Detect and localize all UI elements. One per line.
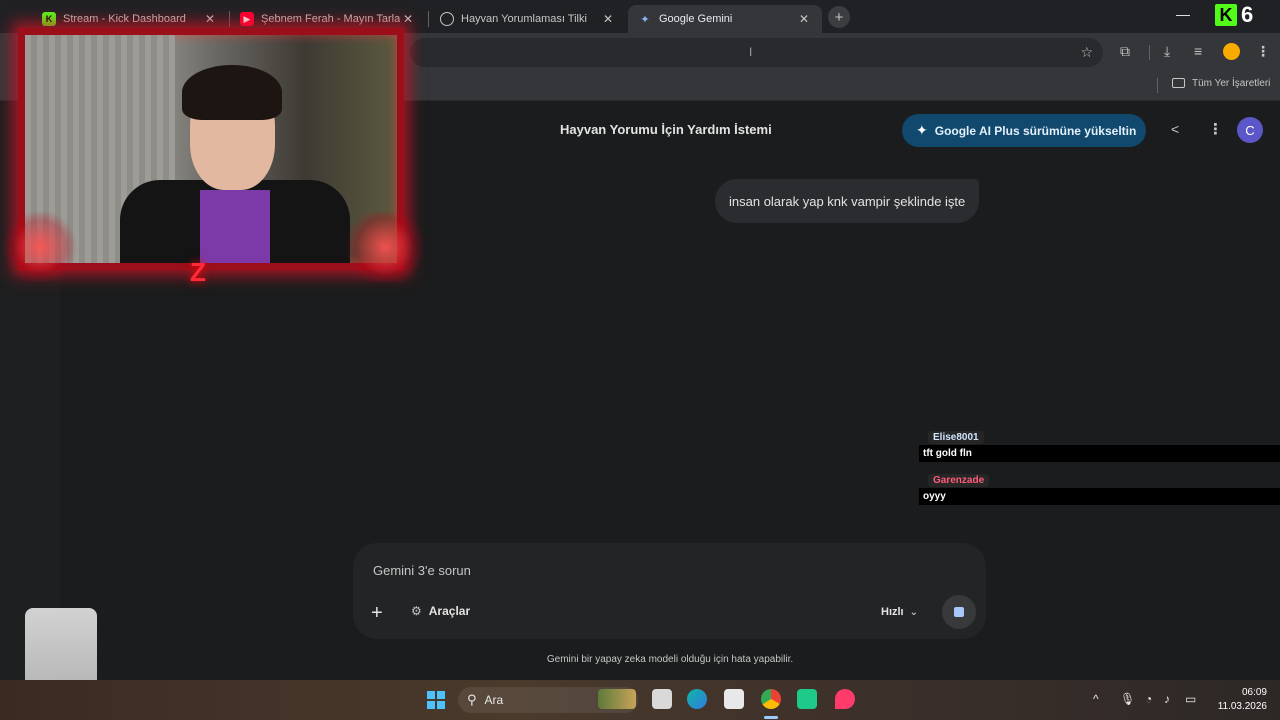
tools-label: Araçlar — [428, 604, 471, 618]
kick-logo-icon: K — [1215, 4, 1237, 26]
share-icon[interactable]: < — [1171, 121, 1179, 137]
model-label: Hızlı — [881, 606, 904, 618]
toolbar-divider — [1149, 45, 1150, 60]
chevron-down-icon: ⌄ — [909, 607, 919, 618]
streamer-shirt — [200, 190, 270, 263]
folder-icon — [1172, 78, 1185, 88]
stop-icon — [954, 607, 964, 617]
taskbar-search-label: Ara — [484, 693, 504, 707]
streamer — [120, 65, 350, 263]
system-clock[interactable]: 06:09 11.03.2026 — [1213, 686, 1267, 714]
tray-expand-icon[interactable]: ^ — [1093, 692, 1099, 706]
text-cursor-icon: I — [749, 45, 753, 59]
clock-date: 11.03.2026 — [1217, 701, 1267, 712]
chrome-icon[interactable] — [761, 689, 781, 709]
prompt-input[interactable]: Gemini 3'e sorun — [373, 563, 471, 578]
chatgpt-icon — [440, 12, 454, 26]
frame-glow — [340, 212, 430, 282]
windows-taskbar: ⚲ Ara ^ 🎙 ◔ ♪ ▭ 06:09 11.03.2026 — [0, 680, 1280, 720]
streamer-hair — [182, 65, 282, 120]
kick-viewer-count: 6 — [1241, 2, 1254, 27]
microphone-icon[interactable]: 🎙 — [1120, 692, 1135, 706]
model-selector[interactable]: Hızlı ⌄ — [881, 606, 918, 618]
new-tab-button[interactable]: + — [828, 6, 850, 28]
frame-emblem-icon: Z — [190, 257, 206, 287]
chat-message: Garenzade oyyy — [919, 470, 1280, 505]
close-icon[interactable]: ✕ — [600, 12, 616, 26]
chat-username: Garenzade — [928, 474, 990, 487]
prompt-composer[interactable]: Gemini 3'e sorun + ⚙ Araçlar Hızlı ⌄ — [353, 543, 986, 639]
extensions-icon[interactable]: ⧉ — [1120, 43, 1130, 60]
close-icon[interactable]: ✕ — [796, 12, 812, 26]
upgrade-button[interactable]: ✦ Google AI Plus sürümüne yükseltin — [902, 114, 1146, 147]
upgrade-label: Google AI Plus sürümüne yükseltin — [934, 123, 1137, 138]
all-bookmarks-link[interactable]: Tüm Yer İşaretleri — [1192, 78, 1270, 89]
download-icon[interactable]: ⤓ — [1164, 43, 1170, 60]
profile-extension-icon[interactable] — [1223, 43, 1240, 60]
tab-separator — [428, 11, 429, 27]
stream-chat-overlay: Elise8001 tft gold fln Garenzade oyyy — [919, 427, 1280, 513]
stop-generating-button[interactable] — [942, 595, 976, 629]
windows-start-icon[interactable] — [427, 691, 445, 709]
add-attachment-button[interactable]: + — [371, 603, 383, 623]
more-options-icon[interactable]: ⋮ — [1208, 120, 1223, 138]
frame-glow — [0, 212, 80, 282]
tools-button[interactable]: ⚙ Araçlar — [411, 604, 470, 618]
disclaimer-text: Gemini bir yapay zeka modeli olduğu için… — [546, 654, 794, 665]
volume-icon[interactable]: ♪ — [1164, 692, 1170, 706]
tab-title: Google Gemini — [659, 13, 733, 25]
minimize-button[interactable]: — — [1176, 6, 1190, 22]
bookmarks-divider — [1157, 78, 1158, 93]
kick-app-icon[interactable] — [797, 689, 817, 709]
widgets-icon[interactable] — [598, 689, 636, 709]
edge-icon[interactable] — [687, 689, 707, 709]
chat-message: Elise8001 tft gold fln — [919, 427, 1280, 462]
browser-menu-icon[interactable]: ⋮ — [1256, 43, 1270, 60]
sparkle-icon: ✦ — [916, 122, 928, 138]
bookmark-star-icon[interactable]: ☆ — [1080, 44, 1093, 61]
tab-chatgpt[interactable]: Hayvan Yorumlaması Tilki ✕ — [430, 5, 626, 33]
account-avatar[interactable]: C — [1237, 117, 1263, 143]
search-icon: ⚲ — [467, 692, 477, 707]
chat-text: tft gold fln — [919, 445, 1280, 462]
user-message: insan olarak yap knk vampir şeklinde işt… — [715, 179, 980, 223]
chat-username: Elise8001 — [928, 431, 984, 444]
battery-icon[interactable]: ▭ — [1185, 692, 1196, 706]
tab-google-gemini[interactable]: ✦ Google Gemini ✕ — [628, 5, 822, 33]
wifi-icon[interactable]: ◔ — [1145, 692, 1152, 706]
screen: K Stream - Kick Dashboard ✕ ▶ Şebnem Fer… — [0, 0, 1280, 720]
media-control-icon[interactable]: ≡ — [1194, 43, 1202, 59]
active-app-indicator — [764, 716, 778, 719]
store-icon[interactable] — [724, 689, 744, 709]
chat-title[interactable]: Hayvan Yorumu İçin Yardım İstemi — [560, 122, 772, 137]
pin-app-icon[interactable] — [835, 689, 855, 709]
tools-sliders-icon: ⚙ — [411, 604, 422, 618]
task-view-icon[interactable] — [652, 689, 672, 709]
tab-title: Hayvan Yorumlaması Tilki — [461, 13, 587, 25]
address-bar[interactable]: I ☆ — [410, 38, 1103, 67]
gemini-icon: ✦ — [640, 13, 650, 26]
clock-time: 06:09 — [1241, 687, 1267, 698]
chat-text: oyyy — [919, 488, 1280, 505]
webcam-overlay: Z — [0, 22, 430, 287]
